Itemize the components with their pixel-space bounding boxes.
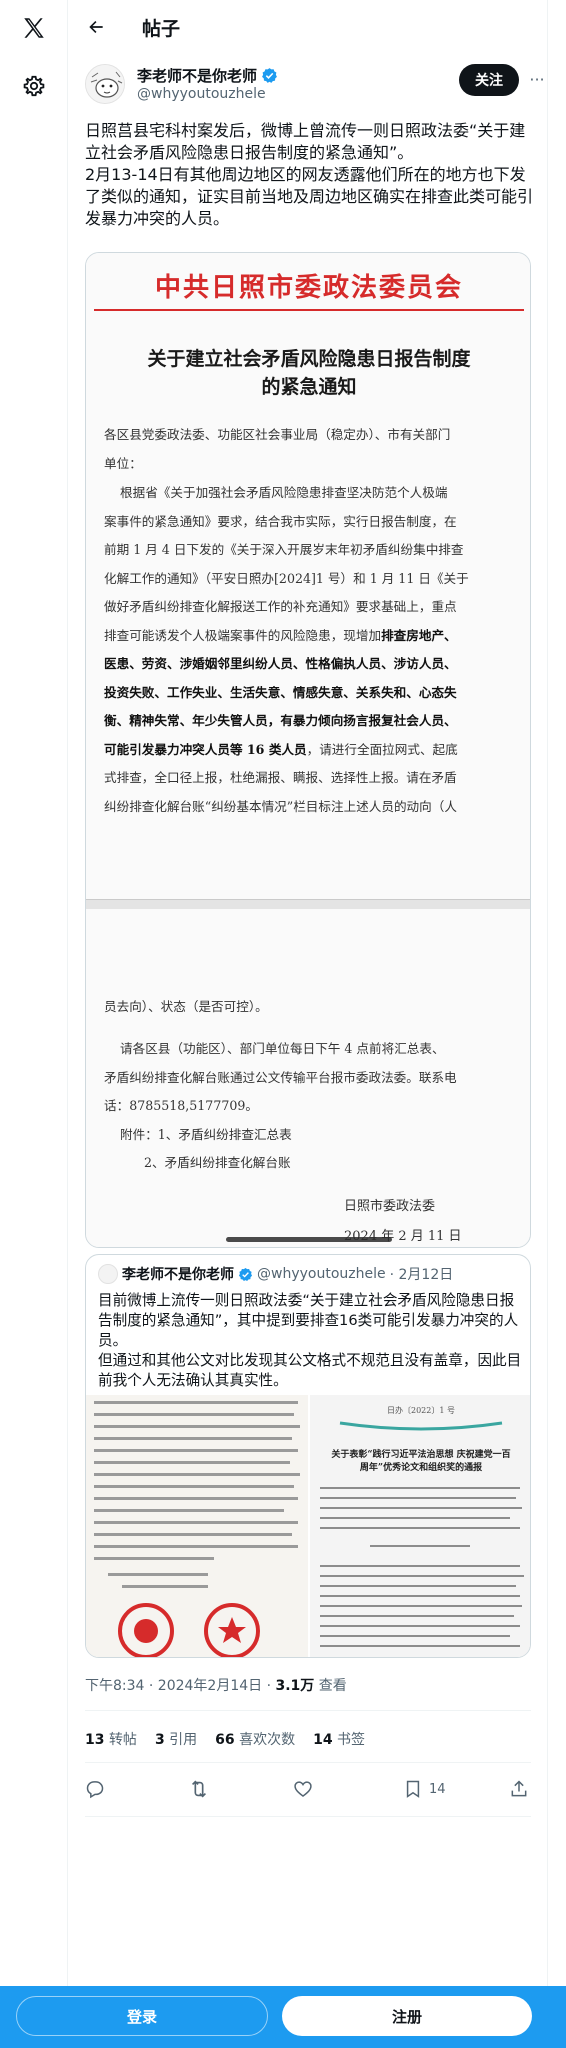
author-handle[interactable]: @whyyoutouzhele bbox=[137, 86, 266, 102]
reply-icon bbox=[86, 1781, 104, 1799]
quoted-author: 李老师不是你老师 @whyyoutouzhele · 2月12日 bbox=[98, 1264, 453, 1284]
main-column: 帖子 李老师不是你老师 @whyyoutouzhele 关注 ··· 日照莒县宅… bbox=[69, 0, 547, 2048]
post-views-label: 查看 bbox=[314, 1678, 347, 1694]
post-timestamp[interactable]: 下午8:34 · 2024年2月14日 · bbox=[85, 1678, 276, 1694]
document-paragraph-2: 请各区县（功能区）、部门单位每日下午 4 点前将汇总表、 矛盾纠纷排查化解台账通… bbox=[104, 1041, 457, 1113]
quotes-stat[interactable]: 3 引用 bbox=[155, 1729, 197, 1749]
quoted-image-2-title: 关于表彰“践行习近平法治思想 庆祝建党一百周年”优秀论文和组织奖的通报 bbox=[330, 1449, 512, 1475]
document-paragraph-1: 根据省《关于加强社会矛盾风险隐患排查坚决防范个人极端 案事件的紧急通知》要求，结… bbox=[104, 479, 516, 821]
document-red-line bbox=[94, 309, 524, 311]
quoted-images: 日办〔2022〕1 号 关于表彰“践行习近平法治思想 庆祝建党一百周年”优秀论文… bbox=[86, 1395, 530, 1657]
document-attachment-2: 2、矛盾纠纷排查化解台账 bbox=[104, 1155, 291, 1170]
gear-icon[interactable] bbox=[18, 70, 50, 102]
login-button[interactable]: 登录 bbox=[16, 1996, 268, 2036]
post-views-count: 3.1万 bbox=[275, 1678, 315, 1694]
divider bbox=[85, 1762, 531, 1763]
bookmark-count: 14 bbox=[429, 1781, 446, 1797]
document-sign-org: 日照市委政法委 bbox=[344, 1199, 436, 1214]
quoted-post[interactable]: 李老师不是你老师 @whyyoutouzhele · 2月12日 目前微博上流传… bbox=[85, 1254, 531, 1658]
retweets-stat[interactable]: 13 转帖 bbox=[85, 1729, 137, 1749]
document-thumbnail-1 bbox=[86, 1395, 308, 1657]
quoted-author-name: 李老师不是你老师 bbox=[122, 1267, 234, 1283]
back-button[interactable] bbox=[83, 14, 109, 40]
right-edge bbox=[547, 0, 566, 2048]
bookmark-button[interactable]: 14 bbox=[403, 1774, 446, 1804]
quoted-image-2-doc-number: 日办〔2022〕1 号 bbox=[387, 1406, 455, 1415]
left-rail bbox=[0, 0, 68, 2048]
document-page-top: 中共日照市委政法委员会 关于建立社会矛盾风险隐患日报告制度 的紧急通知 各区县党… bbox=[86, 253, 530, 901]
signup-button[interactable]: 注册 bbox=[282, 1996, 532, 2036]
likes-stat[interactable]: 66 喜欢次数 bbox=[215, 1729, 295, 1749]
quoted-image-1[interactable] bbox=[86, 1395, 308, 1657]
like-button[interactable] bbox=[293, 1774, 313, 1804]
post-text: 日照莒县宅科村案发后，微博上曾流传一则日照政法委“关于建立社会矛盾风险隐患日报告… bbox=[85, 121, 534, 228]
post-actions: 14 bbox=[85, 1774, 531, 1804]
document-attachment-1: 附件：1、矛盾纠纷排查汇总表 bbox=[104, 1127, 292, 1142]
bookmarks-stat[interactable]: 14 书签 bbox=[313, 1729, 365, 1749]
likes-label: 喜欢次数 bbox=[239, 1732, 296, 1748]
quoted-text: 目前微博上流传一则日照政法委“关于建立社会矛盾风险隐患日报告制度的紧急通知”，其… bbox=[98, 1292, 522, 1389]
post-stats: 13 转帖 3 引用 66 喜欢次数 14 书签 bbox=[85, 1729, 365, 1749]
share-button[interactable] bbox=[509, 1774, 529, 1804]
more-options-icon[interactable]: ··· bbox=[527, 70, 547, 90]
document-title-line1: 关于建立社会矛盾风险隐患日报告制度 bbox=[147, 348, 471, 370]
share-icon bbox=[511, 1780, 527, 1797]
avatar[interactable] bbox=[85, 64, 125, 104]
retweets-count: 13 bbox=[85, 1732, 105, 1748]
divider bbox=[85, 1816, 531, 1817]
bookmark-icon bbox=[406, 1780, 420, 1798]
post-author: 李老师不是你老师 @whyyoutouzhele 关注 ··· bbox=[85, 62, 545, 108]
quoted-author-handle: @whyyoutouzhele bbox=[257, 1266, 386, 1282]
reply-button[interactable] bbox=[85, 1774, 105, 1804]
quoted-avatar bbox=[98, 1264, 118, 1284]
bookmarks-label: 书签 bbox=[337, 1732, 366, 1748]
x-logo-icon[interactable] bbox=[18, 12, 50, 44]
document-thumbnail-2 bbox=[310, 1395, 530, 1657]
bookmarks-count: 14 bbox=[313, 1732, 333, 1748]
quoted-date: · 2月12日 bbox=[389, 1267, 454, 1283]
retweet-button[interactable] bbox=[188, 1774, 210, 1804]
quotes-count: 3 bbox=[154, 1732, 165, 1748]
document-para1-bold: 排查房地产、 医患、劳资、涉婚姻邻里纠纷人员、性格偏执人员、涉访人员、 投资失败… bbox=[104, 627, 457, 757]
document-continuation: 员去向）、状态（是否可控）。 bbox=[104, 999, 268, 1014]
verified-badge-icon bbox=[238, 1267, 253, 1281]
post-meta: 下午8:34 · 2024年2月14日 · 3.1万 查看 bbox=[85, 1675, 347, 1695]
quotes-label: 引用 bbox=[169, 1732, 198, 1748]
page-title: 帖子 bbox=[142, 18, 181, 40]
retweets-label: 转帖 bbox=[108, 1732, 137, 1748]
retweet-icon bbox=[191, 1780, 207, 1798]
quoted-image-2[interactable]: 日办〔2022〕1 号 关于表彰“践行习近平法治思想 庆祝建党一百周年”优秀论文… bbox=[310, 1395, 530, 1657]
author-name-row[interactable]: 李老师不是你老师 bbox=[137, 65, 278, 86]
document-para1-start: 根据省《关于加强社会矛盾风险隐患排查坚决防范个人极端 案事件的紧急通知》要求，结… bbox=[104, 485, 469, 643]
author-name[interactable]: 李老师不是你老师 bbox=[137, 65, 257, 86]
document-recipients: 各区县党委政法委、功能区社会事业局（稳定办）、市有关部门 单位： bbox=[104, 427, 451, 471]
document-title: 关于建立社会矛盾风险隐患日报告制度 的紧急通知 bbox=[126, 345, 492, 401]
document-title-line2: 的紧急通知 bbox=[261, 376, 357, 398]
image-scroll-indicator[interactable] bbox=[226, 1237, 392, 1242]
verified-badge-icon bbox=[262, 68, 277, 83]
likes-count: 66 bbox=[215, 1732, 235, 1748]
follow-button[interactable]: 关注 bbox=[459, 64, 519, 96]
post-image[interactable]: 中共日照市委政法委员会 关于建立社会矛盾风险隐患日报告制度 的紧急通知 各区县党… bbox=[85, 252, 531, 1248]
arrow-left-icon bbox=[89, 21, 103, 33]
document-header: 中共日照市委政法委员会 bbox=[154, 273, 463, 303]
heart-icon bbox=[294, 1781, 312, 1798]
divider bbox=[85, 1710, 531, 1711]
page-header: 帖子 bbox=[69, 0, 547, 54]
document-page-bottom: 员去向）、状态（是否可控）。 请各区县（功能区）、部门单位每日下午 4 点前将汇… bbox=[86, 909, 530, 1247]
